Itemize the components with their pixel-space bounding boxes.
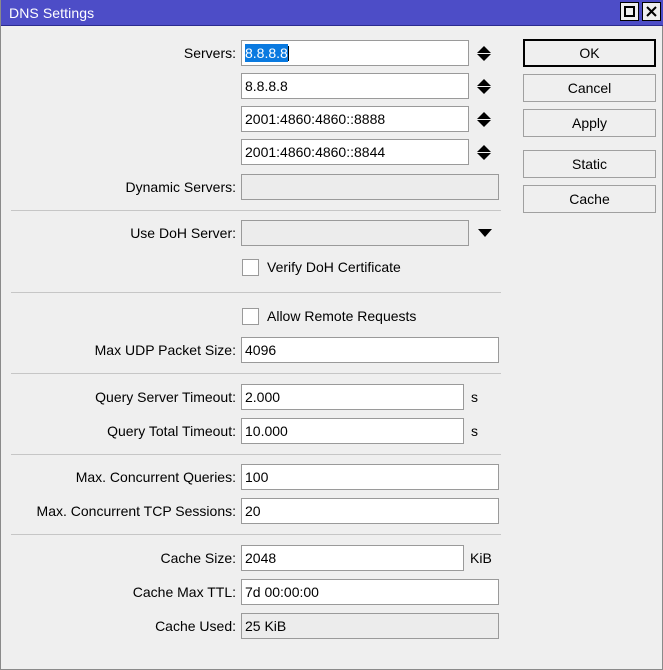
servers-label-wrap: Servers: [6,40,236,66]
servers-spinner-3[interactable] [475,106,493,132]
query-total-timeout-input[interactable]: 10.000 [241,418,464,444]
cache-size-label: Cache Size: [6,545,236,571]
separator-5 [11,534,501,535]
query-server-timeout-label-wrap: Query Server Timeout: [6,384,236,410]
cache-size-label-wrap: Cache Size: [6,545,236,571]
allow-remote-requests-label: Allow Remote Requests [267,308,416,324]
separator-2 [11,292,501,293]
query-total-timeout-label: Query Total Timeout: [6,418,236,444]
verify-doh-certificate-row[interactable]: Verify DoH Certificate [242,254,401,280]
use-doh-server-label-wrap: Use DoH Server: [6,220,236,246]
cache-used-value: 25 KiB [241,613,499,639]
static-button[interactable]: Static [523,150,656,178]
chevron-up-icon [477,145,491,152]
cancel-button[interactable]: Cancel [523,74,656,102]
apply-button[interactable]: Apply [523,109,656,137]
max-concurrent-queries-label-wrap: Max. Concurrent Queries: [6,464,236,490]
chevron-down-icon [477,120,491,127]
query-server-timeout-unit: s [471,384,478,410]
servers-input-3[interactable]: 2001:4860:4860::8888 [241,106,469,132]
chevron-down-icon [477,87,491,94]
use-doh-server-label: Use DoH Server: [6,220,236,246]
servers-input-2[interactable]: 8.8.8.8 [241,73,469,99]
query-total-timeout-unit: s [471,418,478,444]
servers-spinner-4[interactable] [475,139,493,165]
cache-size-input[interactable]: 2048 [241,545,464,571]
cache-max-ttl-label-wrap: Cache Max TTL: [6,579,236,605]
servers-label: Servers: [6,40,236,66]
servers-spinner-2[interactable] [475,73,493,99]
chevron-down-icon [478,229,492,237]
cache-max-ttl-input[interactable]: 7d 00:00:00 [241,579,499,605]
close-button[interactable] [642,2,661,21]
chevron-down-icon [477,54,491,61]
dynamic-servers-input [241,174,499,200]
ok-button[interactable]: OK [523,39,656,67]
window-title: DNS Settings [9,5,94,21]
cache-max-ttl-label: Cache Max TTL: [6,579,236,605]
max-concurrent-tcp-sessions-label-wrap: Max. Concurrent TCP Sessions: [6,498,236,524]
verify-doh-certificate-checkbox[interactable] [242,259,259,276]
separator-3 [11,373,501,374]
title-bar-buttons [620,2,661,21]
use-doh-server-dropdown-button[interactable] [475,220,495,246]
servers-input-1-value: 8.8.8.8 [245,44,288,62]
query-total-timeout-label-wrap: Query Total Timeout: [6,418,236,444]
separator-4 [11,454,501,455]
dynamic-servers-label-wrap: Dynamic Servers: [6,174,236,200]
max-udp-packet-size-label-wrap: Max UDP Packet Size: [6,337,236,363]
title-bar: DNS Settings [1,0,663,26]
allow-remote-requests-row[interactable]: Allow Remote Requests [242,303,416,329]
cache-button[interactable]: Cache [523,185,656,213]
max-concurrent-tcp-sessions-input[interactable]: 20 [241,498,499,524]
cache-used-label: Cache Used: [6,613,236,639]
restore-icon [624,6,635,17]
chevron-up-icon [477,46,491,53]
query-server-timeout-label: Query Server Timeout: [6,384,236,410]
max-concurrent-queries-label: Max. Concurrent Queries: [6,464,236,490]
servers-input-1[interactable]: 8.8.8.8 [241,40,469,66]
max-udp-packet-size-input[interactable]: 4096 [241,337,499,363]
query-server-timeout-input[interactable]: 2.000 [241,384,464,410]
cache-size-unit: KiB [470,545,492,571]
dynamic-servers-label: Dynamic Servers: [6,174,236,200]
text-caret [288,46,289,61]
separator-1 [11,210,501,211]
verify-doh-certificate-label: Verify DoH Certificate [267,259,401,275]
allow-remote-requests-checkbox[interactable] [242,308,259,325]
max-concurrent-queries-input[interactable]: 100 [241,464,499,490]
max-udp-packet-size-label: Max UDP Packet Size: [6,337,236,363]
restore-button[interactable] [620,2,639,21]
cache-used-label-wrap: Cache Used: [6,613,236,639]
settings-form: Servers: 8.8.8.8 8.8.8.8 2001:4860:4860:… [1,26,663,669]
servers-spinner-1[interactable] [475,40,493,66]
use-doh-server-input[interactable] [241,220,469,246]
chevron-up-icon [477,112,491,119]
close-icon [646,6,657,17]
chevron-up-icon [477,79,491,86]
max-concurrent-tcp-sessions-label: Max. Concurrent TCP Sessions: [6,498,236,524]
chevron-down-icon [477,153,491,160]
dns-settings-window: DNS Settings Servers: 8 [0,0,663,670]
servers-input-4[interactable]: 2001:4860:4860::8844 [241,139,469,165]
